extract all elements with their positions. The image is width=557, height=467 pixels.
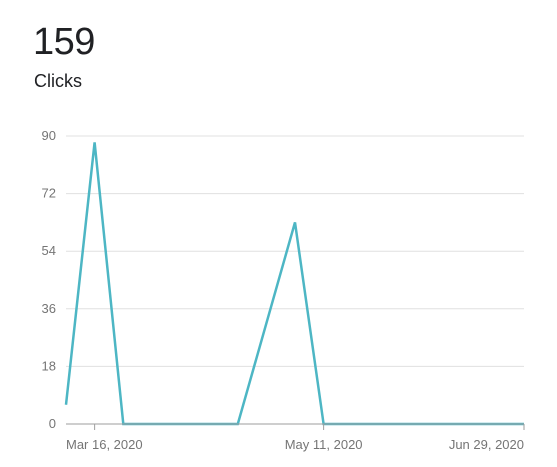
y-tick-label: 72	[42, 186, 56, 201]
series-line-clicks	[64, 142, 524, 426]
y-tick-label: 18	[42, 358, 56, 373]
y-tick-label: 54	[42, 243, 56, 258]
clicks-line-chart: 0 18 36 54 72 90 Mar 16, 2020 May 11, 2020 Jun 2…	[42, 128, 525, 452]
x-tick-label: Mar 16, 2020	[66, 437, 143, 452]
y-tick-label: 90	[42, 128, 56, 143]
y-tick-label: 36	[42, 301, 56, 316]
x-tick-label: May 11, 2020	[285, 437, 363, 452]
chart-series	[64, 142, 524, 426]
chart-axes: 0 18 36 54 72 90 Mar 16, 2020 May 11, 2020 Jun 2…	[42, 128, 525, 452]
y-tick-label: 0	[49, 416, 56, 431]
chart-gridlines	[66, 135, 524, 367]
x-tick-label: Jun 29, 2020	[449, 437, 524, 452]
